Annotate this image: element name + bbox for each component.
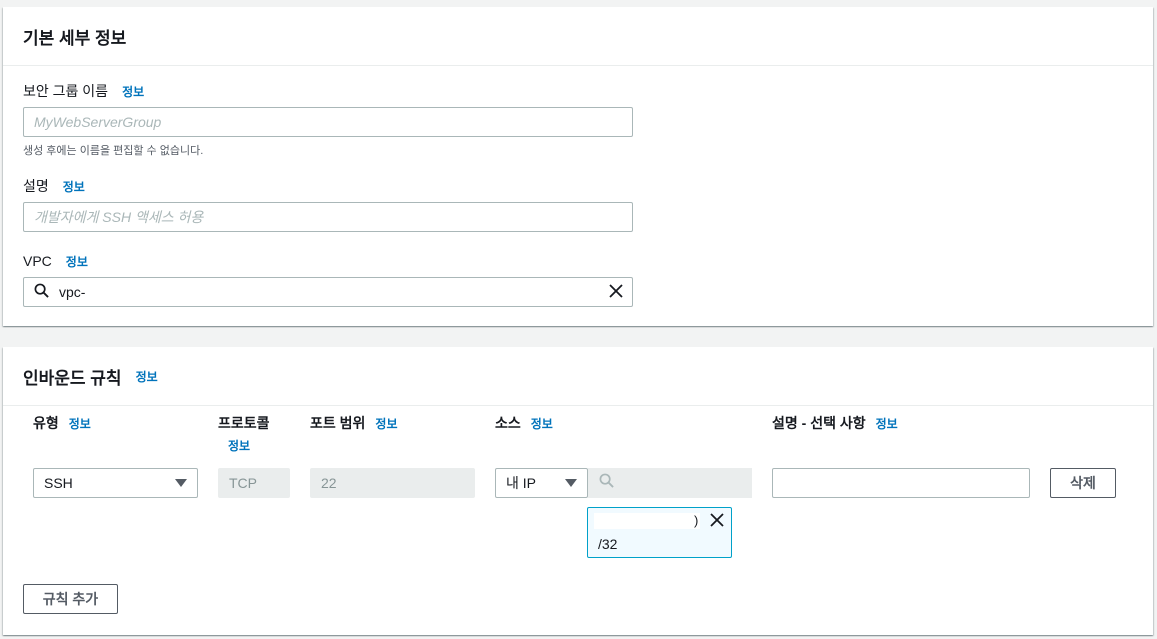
col-header-source: 소스 정보 xyxy=(495,415,553,431)
source-type-select[interactable]: 내 IP xyxy=(495,468,588,498)
close-icon[interactable] xyxy=(709,512,725,533)
rule-description-input[interactable] xyxy=(772,468,1030,498)
source-type-value: 내 IP xyxy=(506,475,536,491)
caret-down-icon xyxy=(565,479,577,487)
port-range-info-link[interactable]: 정보 xyxy=(375,417,397,431)
protocol-field: TCP xyxy=(218,468,290,498)
col-header-protocol: 프로토콜 정보 xyxy=(218,415,270,454)
type-select-value: SSH xyxy=(44,475,73,491)
inbound-rules-title: 인바운드 규칙 xyxy=(23,368,122,388)
sg-name-hint: 생성 후에는 이름을 편집할 수 없습니다. xyxy=(23,145,204,157)
description-input[interactable]: 개발자에게 SSH 액세스 허용 xyxy=(23,202,633,232)
description-placeholder: 개발자에게 SSH 액세스 허용 xyxy=(34,209,204,225)
source-token-suffix: ) xyxy=(694,513,699,528)
source-token: ) /32 xyxy=(587,507,732,558)
basic-details-title: 기본 세부 정보 xyxy=(23,28,127,48)
description-label: 설명 xyxy=(23,178,49,194)
vpc-label: VPC xyxy=(23,253,52,269)
sg-name-field: 보안 그룹 이름 정보 MyWebServerGroup 생성 후에는 이름을 … xyxy=(23,82,633,158)
search-icon xyxy=(599,473,614,493)
vpc-value: vpc- xyxy=(59,284,86,300)
add-rule-button[interactable]: 규칙 추가 xyxy=(23,584,118,614)
col-header-port-range: 포트 범위 정보 xyxy=(310,415,398,431)
col-header-description: 설명 - 선택 사항 정보 xyxy=(772,415,898,431)
type-select[interactable]: SSH xyxy=(33,468,198,498)
caret-down-icon xyxy=(175,479,187,487)
description-field: 설명 정보 개발자에게 SSH 액세스 허용 xyxy=(23,177,633,232)
protocol-info-link[interactable]: 정보 xyxy=(228,437,270,454)
sg-name-input[interactable]: MyWebServerGroup xyxy=(23,107,633,137)
source-search-input[interactable] xyxy=(588,468,752,498)
close-icon[interactable] xyxy=(608,283,624,302)
sg-name-info-link[interactable]: 정보 xyxy=(122,83,144,100)
sg-name-placeholder: MyWebServerGroup xyxy=(34,114,162,130)
source-token-value xyxy=(594,513,700,529)
source-token-cidr: /32 xyxy=(598,536,618,552)
inbound-rules-info-link[interactable]: 정보 xyxy=(136,368,158,385)
delete-rule-button[interactable]: 삭제 xyxy=(1050,468,1116,498)
vpc-search-input[interactable]: vpc- xyxy=(23,277,633,307)
col-header-type: 유형 정보 xyxy=(33,415,91,431)
port-range-field: 22 xyxy=(310,468,475,498)
sg-name-label: 보안 그룹 이름 xyxy=(23,83,109,99)
description-info-link[interactable]: 정보 xyxy=(63,178,85,195)
source-info-link[interactable]: 정보 xyxy=(531,417,553,431)
basic-details-panel: 기본 세부 정보 보안 그룹 이름 정보 MyWebServerGroup 생성… xyxy=(3,7,1153,326)
vpc-info-link[interactable]: 정보 xyxy=(66,253,88,270)
basic-details-header: 기본 세부 정보 xyxy=(3,7,1153,66)
inbound-rules-panel: 인바운드 규칙 정보 유형 정보 프로토콜 정보 포트 범위 정보 소스 정보 설명 … xyxy=(3,347,1153,635)
rule-description-info-link[interactable]: 정보 xyxy=(876,417,898,431)
search-icon xyxy=(34,283,49,301)
type-info-link[interactable]: 정보 xyxy=(69,417,91,431)
vpc-field: VPC 정보 vpc- xyxy=(23,252,633,307)
inbound-rules-header: 인바운드 규칙 정보 xyxy=(3,347,1153,406)
